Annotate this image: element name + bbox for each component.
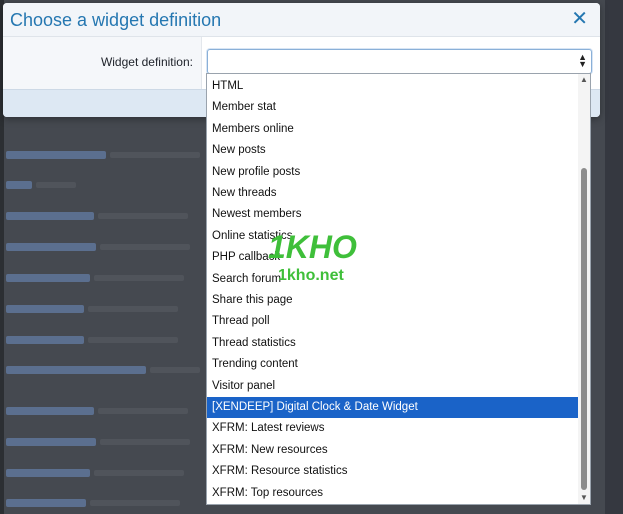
watermark-logo-text: 1KHO [268, 229, 357, 265]
dialog-header: Choose a widget definition ✕ [3, 3, 600, 37]
dropdown-option[interactable]: New threads [207, 183, 579, 204]
background-row [6, 402, 188, 415]
scrollbar-thumb[interactable] [581, 168, 587, 490]
background-edge-right [605, 0, 623, 514]
dropdown-option[interactable]: Visitor panel [207, 376, 579, 397]
dropdown-option[interactable]: XFRM: Resource statistics [207, 461, 579, 482]
dropdown-option[interactable]: Online statistics [207, 226, 579, 247]
background-row [6, 331, 178, 344]
dropdown-option[interactable]: PHP callback [207, 247, 579, 268]
dropdown-option[interactable]: New posts [207, 140, 579, 161]
dropdown-option[interactable]: Trending content [207, 354, 579, 375]
background-row [6, 207, 188, 220]
watermark-site-text: 1kho.net [278, 267, 344, 284]
widget-definition-dropdown: HTML Member stat Members online New post… [206, 73, 591, 505]
label-column: Widget definition: [3, 37, 202, 89]
dropdown-option[interactable]: Members online [207, 119, 579, 140]
watermark-logo: 1KHO 1kho.net [268, 229, 357, 284]
dropdown-option[interactable]: Thread statistics [207, 333, 579, 354]
dropdown-option[interactable]: XFRM: New resources [207, 440, 579, 461]
background-row [6, 146, 200, 159]
dropdown-scrollbar[interactable]: ▲ ▼ [578, 74, 590, 504]
dropdown-option[interactable]: Share this page [207, 290, 579, 311]
background-row [6, 176, 76, 189]
widget-definition-select[interactable]: ▲ ▼ [207, 49, 592, 74]
background-row [6, 361, 200, 374]
dropdown-option-selected[interactable]: [XENDEEP] Digital Clock & Date Widget [207, 397, 579, 418]
dialog-title: Choose a widget definition [10, 10, 222, 30]
dropdown-option[interactable]: Thread poll [207, 311, 579, 332]
dropdown-option[interactable]: XFRM: Latest reviews [207, 418, 579, 439]
background-row [6, 464, 184, 477]
background-row [6, 269, 184, 282]
dropdown-option[interactable]: Search forum [207, 269, 579, 290]
dropdown-option[interactable]: XFRM: Top resources [207, 483, 579, 504]
dropdown-option[interactable]: New profile posts [207, 162, 579, 183]
close-icon[interactable]: ✕ [571, 9, 588, 29]
widget-definition-label: Widget definition: [100, 55, 193, 69]
dropdown-option[interactable]: Member stat [207, 97, 579, 118]
triangle-up-icon[interactable]: ▲ [580, 76, 588, 84]
dropdown-option[interactable]: Newest members [207, 204, 579, 225]
triangle-down-icon[interactable]: ▼ [580, 494, 588, 502]
background-row [6, 300, 178, 313]
dropdown-option[interactable]: HTML [207, 76, 579, 97]
background-row [6, 238, 190, 251]
background-row [6, 494, 180, 507]
background-row [6, 433, 190, 446]
chevron-up-down-icon: ▲ ▼ [578, 52, 587, 69]
